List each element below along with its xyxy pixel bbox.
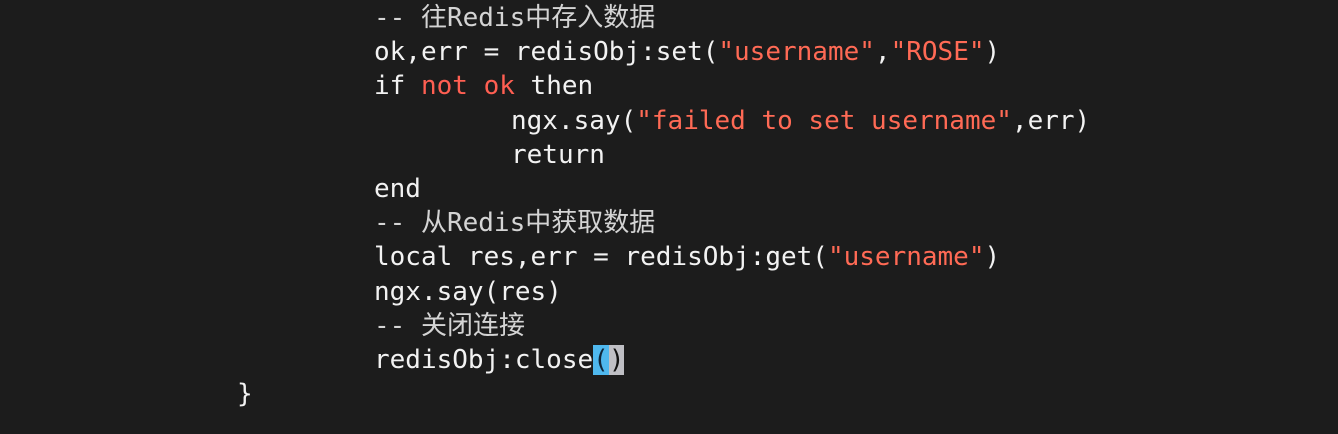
- code-token-sel1: (: [593, 345, 609, 375]
- code-token-plain: return: [511, 139, 605, 170]
- code-token-comment: -- 从Redis中获取数据: [374, 208, 656, 239]
- code-token-plain: ok,err = redisObj:set(: [374, 37, 719, 68]
- code-token-plain: ): [984, 37, 1001, 68]
- code-token-kw: not ok: [420, 71, 515, 102]
- code-token-plain: ,err): [1011, 105, 1091, 136]
- code-token-comment: -- 关闭连接: [374, 310, 525, 341]
- code-token-str: "ROSE": [890, 37, 985, 68]
- code-token-plain: ngx.say(: [511, 105, 637, 136]
- code-line[interactable]: ok,err = redisObj:set("username","ROSE"): [374, 35, 1000, 69]
- code-line[interactable]: -- 从Redis中获取数据: [374, 206, 655, 240]
- code-line[interactable]: }: [237, 377, 253, 411]
- code-line[interactable]: if not ok then: [374, 69, 593, 103]
- code-token-plain: end: [374, 174, 421, 204]
- code-token-plain: redisObj:close: [374, 345, 594, 375]
- code-line[interactable]: local res,err = redisObj:get("username"): [374, 240, 1000, 274]
- code-token-str: "failed to set username": [636, 105, 1012, 136]
- code-token-comment: -- 往Redis中存入数据: [374, 3, 656, 33]
- code-line[interactable]: redisObj:close(): [374, 343, 625, 377]
- code-line[interactable]: -- 往Redis中存入数据: [374, 1, 655, 35]
- code-line[interactable]: end: [374, 172, 421, 206]
- code-line[interactable]: ngx.say("failed to set username",err): [511, 104, 1090, 138]
- code-line[interactable]: -- 关闭连接: [374, 309, 525, 343]
- code-token-plain: local res,err = redisObj:get(: [374, 242, 828, 273]
- code-token-plain: ): [984, 242, 1001, 273]
- code-token-str: "username": [827, 242, 985, 273]
- code-token-plain: then: [514, 71, 594, 102]
- code-token-plain: if: [374, 71, 421, 102]
- code-token-sel2: ): [608, 345, 625, 375]
- code-token-plain: }: [237, 379, 253, 410]
- code-line[interactable]: ngx.say(res): [374, 275, 562, 309]
- code-line[interactable]: return: [511, 138, 605, 172]
- code-token-plain: ,: [874, 37, 891, 68]
- code-token-str: "username": [718, 37, 875, 68]
- code-token-plain: ngx.say(res): [374, 276, 562, 307]
